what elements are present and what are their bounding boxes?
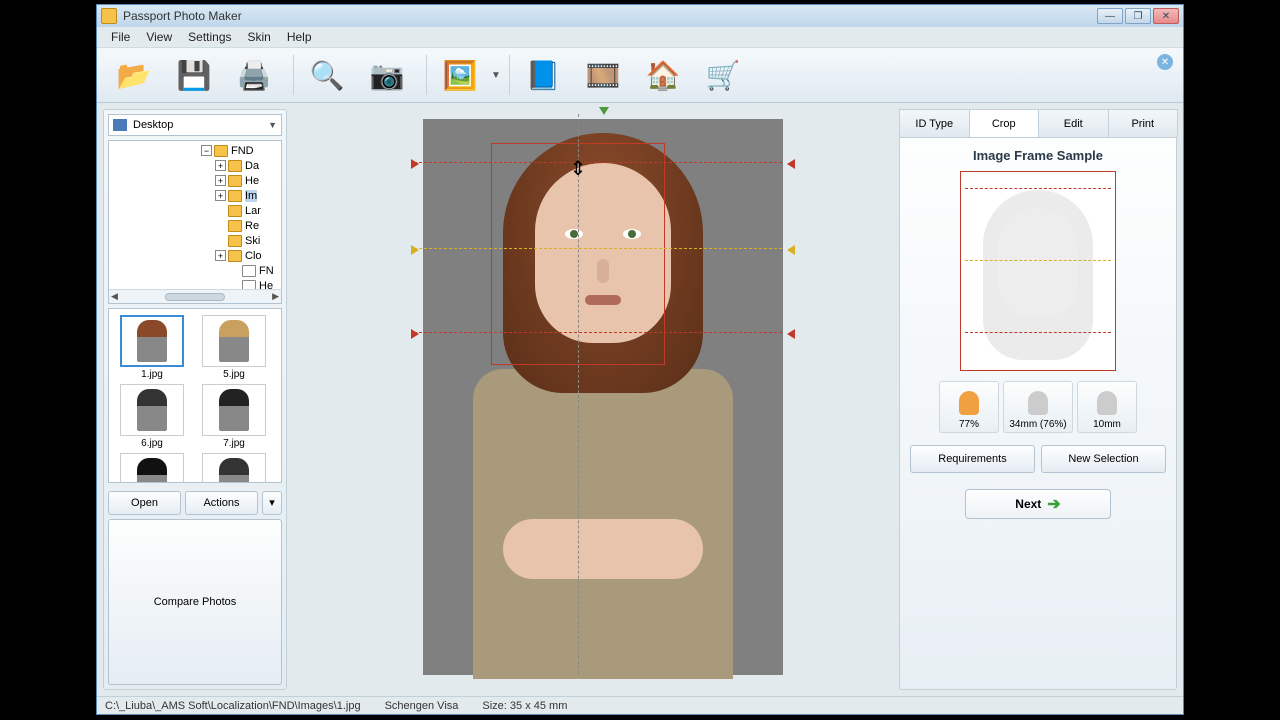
thumbnail-item[interactable]: 9.jpg [195, 453, 273, 483]
tree-node[interactable]: FN [111, 263, 274, 278]
thumbnail-list: 1.jpg5.jpg6.jpg7.jpg8.jpg9.jpg...421169_… [108, 308, 282, 483]
right-panel: ID Type Crop Edit Print Image Frame Samp… [899, 109, 1177, 690]
guide-marker-icon[interactable] [787, 329, 795, 339]
home-icon[interactable]: 🏠 [636, 52, 690, 98]
tree-node[interactable]: +Im [111, 188, 274, 203]
tree-node[interactable]: Ski [111, 233, 274, 248]
thumbnail-item[interactable]: 1.jpg [113, 315, 191, 380]
toolbar: 📂 💾 🖨️ 🔍 📷 🖼️ ▼ 📘 🎞️ 🏠 🛒 ✕ [97, 47, 1183, 103]
tree-node[interactable]: Re [111, 218, 274, 233]
metric-head-ratio: 77% [939, 381, 999, 433]
save-icon[interactable]: 💾 [167, 52, 221, 98]
tree-node[interactable]: +Clo [111, 248, 274, 263]
metric-head-height: 34mm (76%) [1003, 381, 1073, 433]
photo-canvas[interactable]: ⇕ [423, 119, 783, 675]
guide-marker-icon[interactable] [787, 245, 795, 255]
thumbnail-item[interactable]: 5.jpg [195, 315, 273, 380]
requirements-button[interactable]: Requirements [910, 445, 1035, 473]
actions-dropdown-icon[interactable]: ▾ [262, 491, 282, 515]
arrow-right-icon: ➔ [1047, 494, 1060, 514]
tab-id-type[interactable]: ID Type [899, 109, 970, 137]
tab-print[interactable]: Print [1108, 109, 1179, 137]
new-selection-button[interactable]: New Selection [1041, 445, 1166, 473]
tab-crop[interactable]: Crop [969, 109, 1040, 137]
sample-title: Image Frame Sample [973, 148, 1103, 163]
statusbar: C:\_Liuba\_AMS Soft\Localization\FND\Ima… [97, 696, 1183, 714]
thumbnail-label: 5.jpg [223, 369, 245, 380]
maximize-button[interactable]: ❐ [1125, 8, 1151, 24]
menubar: File View Settings Skin Help [97, 27, 1183, 47]
desktop-icon [113, 119, 127, 131]
help-book-icon[interactable]: 📘 [516, 52, 570, 98]
search-photo-icon[interactable]: 🖼️ [433, 52, 487, 98]
tree-scrollbar[interactable]: ◀▶ [109, 289, 281, 303]
chevron-down-icon: ▼ [268, 120, 277, 130]
status-doctype: Schengen Visa [385, 700, 459, 712]
crop-top-marker-icon[interactable] [599, 107, 609, 115]
thumbnail-label: 6.jpg [141, 438, 163, 449]
compare-photos-button[interactable]: Compare Photos [108, 519, 282, 686]
thumbnail-item[interactable]: 7.jpg [195, 384, 273, 449]
menu-skin[interactable]: Skin [240, 28, 279, 46]
thumbnail-item[interactable]: 6.jpg [113, 384, 191, 449]
titlebar: Passport Photo Maker — ❐ ✕ [97, 5, 1183, 27]
right-tabs: ID Type Crop Edit Print [899, 109, 1177, 137]
guide-marker-icon[interactable] [411, 329, 419, 339]
shopping-cart-icon[interactable]: 🛒 [696, 52, 750, 98]
camera-icon[interactable]: 📷 [360, 52, 414, 98]
tree-node[interactable]: +Da [111, 158, 274, 173]
status-size: Size: 35 x 45 mm [482, 700, 567, 712]
next-button[interactable]: Next ➔ [965, 489, 1111, 519]
guide-marker-icon[interactable] [411, 159, 419, 169]
zoom-person-icon[interactable]: 🔍 [300, 52, 354, 98]
menu-help[interactable]: Help [279, 28, 320, 46]
frame-sample [960, 171, 1116, 371]
minimize-button[interactable]: — [1097, 8, 1123, 24]
left-panel: Desktop ▼ −FND+Da+He+ImLarReSki+CloFNHe … [103, 109, 287, 690]
menu-settings[interactable]: Settings [180, 28, 239, 46]
window-title: Passport Photo Maker [123, 9, 242, 23]
crop-metrics: 77% 34mm (76%) 10mm [939, 381, 1137, 433]
tree-node[interactable]: −FND [111, 143, 274, 158]
app-window: Passport Photo Maker — ❐ ✕ File View Set… [96, 4, 1184, 715]
next-label: Next [1015, 497, 1041, 511]
folder-tree[interactable]: −FND+Da+He+ImLarReSki+CloFNHe ◀▶ [108, 140, 282, 304]
film-reel-icon[interactable]: 🎞️ [576, 52, 630, 98]
thumbnail-label: 1.jpg [141, 369, 163, 380]
guide-marker-icon[interactable] [787, 159, 795, 169]
crop-frame[interactable]: ⇕ [491, 143, 665, 365]
menu-view[interactable]: View [138, 28, 180, 46]
crop-panel: Image Frame Sample 77% 34mm (76%) 10mm R… [899, 137, 1177, 690]
tree-node[interactable]: Lar [111, 203, 274, 218]
search-dropdown-icon[interactable]: ▼ [489, 52, 503, 98]
tab-edit[interactable]: Edit [1038, 109, 1109, 137]
location-combo[interactable]: Desktop ▼ [108, 114, 282, 136]
menu-file[interactable]: File [103, 28, 138, 46]
close-button[interactable]: ✕ [1153, 8, 1179, 24]
app-icon [101, 8, 117, 24]
open-folder-icon[interactable]: 📂 [107, 52, 161, 98]
location-label: Desktop [133, 119, 173, 131]
thumbnail-label: 7.jpg [223, 438, 245, 449]
open-button[interactable]: Open [108, 491, 181, 515]
print-icon[interactable]: 🖨️ [227, 52, 281, 98]
thumbnail-item[interactable]: 8.jpg [113, 453, 191, 483]
metric-top-margin: 10mm [1077, 381, 1137, 433]
guide-marker-icon[interactable] [411, 245, 419, 255]
panel-close-icon[interactable]: ✕ [1157, 54, 1173, 70]
status-path: C:\_Liuba\_AMS Soft\Localization\FND\Ima… [105, 700, 361, 712]
actions-button[interactable]: Actions [185, 491, 258, 515]
tree-node[interactable]: +He [111, 173, 274, 188]
editor-area: ⇕ [293, 109, 893, 690]
